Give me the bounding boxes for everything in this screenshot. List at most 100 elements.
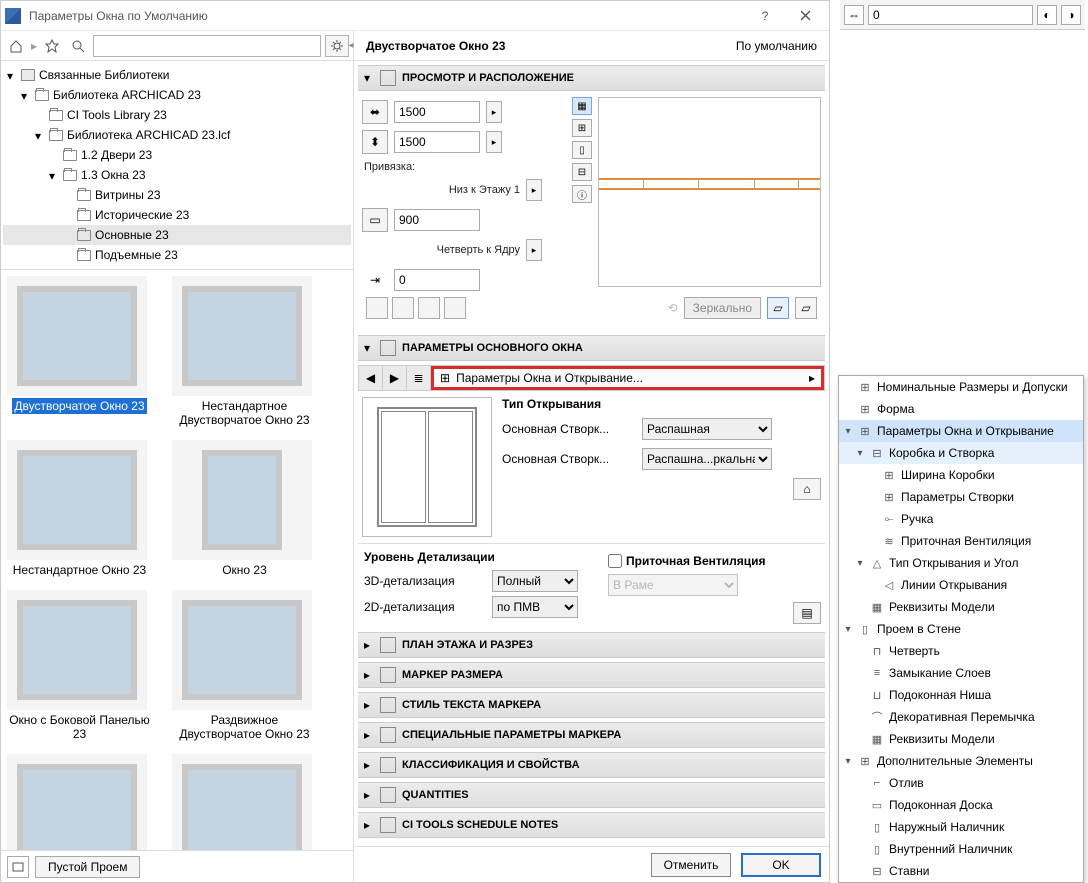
preview-mode-3[interactable]: ▯ — [572, 141, 592, 159]
popup-item[interactable]: ▭Подоконная Доска — [839, 794, 1083, 816]
ventilation-check[interactable]: Приточная Вентиляция — [608, 554, 821, 568]
section-main-header[interactable]: ▾ ПАРАМЕТРЫ ОСНОВНОГО ОКНА — [358, 335, 825, 361]
section-plan-header[interactable]: ▸ПЛАН ЭТАЖА И РАЗРЕЗ — [358, 632, 825, 658]
popup-item[interactable]: ≡Замыкание Слоев — [839, 662, 1083, 684]
preview-mode-5[interactable]: ⓘ — [572, 185, 592, 203]
popup-item[interactable]: ⟜Ручка — [839, 508, 1083, 530]
preview-mode-4[interactable]: ⊟ — [572, 163, 592, 181]
nav-next[interactable]: ▶ — [383, 366, 407, 390]
popup-item[interactable]: ▾⊟Коробка и Створка — [839, 442, 1083, 464]
tree-item[interactable]: 1.2 Двери 23 — [3, 145, 351, 165]
reveal-more[interactable]: ▸ — [526, 239, 542, 261]
opening-extra-button[interactable]: ⌂ — [793, 478, 821, 500]
ventilation-checkbox[interactable] — [608, 554, 622, 568]
detail-2d-select[interactable]: по ПМВ — [492, 596, 578, 618]
thumb-item[interactable]: Двустворчатое Окно 23 — [7, 276, 152, 428]
popup-item[interactable]: ⊞Номинальные Размеры и Допуски — [839, 376, 1083, 398]
collapse-handle[interactable]: ◂ — [347, 37, 355, 53]
tree-item[interactable]: CI Tools Library 23 — [3, 105, 351, 125]
popup-item[interactable]: ⌐Отлив — [839, 772, 1083, 794]
tree-item[interactable]: Подъемные 23 — [3, 245, 351, 265]
section-textstyle-header[interactable]: ▸СТИЛЬ ТЕКСТА МАРКЕРА — [358, 692, 825, 718]
popup-item[interactable]: ▦Реквизиты Модели — [839, 596, 1083, 618]
home-button[interactable] — [5, 35, 27, 57]
section-class-header[interactable]: ▸КЛАССИФИКАЦИЯ И СВОЙСТВА — [358, 752, 825, 778]
popup-item[interactable]: ⊞Параметры Створки — [839, 486, 1083, 508]
popup-item[interactable]: ▯Наружный Наличник — [839, 816, 1083, 838]
section-quantities-header[interactable]: ▸QUANTITIES — [358, 782, 825, 808]
tree-item[interactable]: Исторические 23 — [3, 205, 351, 225]
preview-mode-1[interactable]: ▦ — [572, 97, 592, 115]
tree-item[interactable]: ▾1.3 Окна 23 — [3, 165, 351, 185]
thumb-item[interactable] — [172, 754, 317, 850]
tree-root[interactable]: ▾Связанные Библиотеки — [3, 65, 351, 85]
height-more[interactable]: ▸ — [486, 131, 502, 153]
thumb-item[interactable]: Раздвижное Двустворчатое Окно 23 — [172, 590, 317, 742]
tree-item-selected[interactable]: Основные 23 — [3, 225, 351, 245]
section-preview-header[interactable]: ▾ ПРОСМОТР И РАСПОЛОЖЕНИЕ — [358, 65, 825, 91]
empty-opening-button[interactable]: Пустой Проем — [35, 856, 140, 878]
search-input[interactable] — [93, 35, 321, 57]
anchor-btn-4[interactable] — [444, 297, 466, 319]
tree-item[interactable]: Витрины 23 — [3, 185, 351, 205]
close-button[interactable] — [785, 2, 825, 30]
height-input[interactable] — [394, 131, 480, 153]
popup-item[interactable]: ▯Внутренний Наличник — [839, 838, 1083, 860]
popup-item[interactable]: ⊞Ширина Коробки — [839, 464, 1083, 486]
popup-item[interactable]: ◁Линии Открывания — [839, 574, 1083, 596]
orient-btn-1[interactable]: ▱ — [767, 297, 789, 319]
mirror-button[interactable]: Зеркально — [684, 297, 761, 319]
popup-item[interactable]: ≋Приточная Вентиляция — [839, 530, 1083, 552]
favorite-button[interactable] — [41, 35, 63, 57]
popup-item[interactable]: ⊔Подоконная Ниша — [839, 684, 1083, 706]
section-marker-header[interactable]: ▸МАРКЕР РАЗМЕРА — [358, 662, 825, 688]
detail-3d-select[interactable]: Полный — [492, 570, 578, 592]
popup-item[interactable]: ▾△Тип Открывания и Угол — [839, 552, 1083, 574]
sill-input[interactable] — [394, 209, 480, 231]
anchor-btn-3[interactable] — [418, 297, 440, 319]
thumb-item[interactable] — [7, 754, 152, 850]
tree-item[interactable]: ▾Библиотека ARCHICAD 23.lcf — [3, 125, 351, 145]
thumb-item[interactable]: Окно 23 — [172, 440, 317, 578]
sill-story-more[interactable]: ▸ — [526, 179, 542, 201]
nav-list[interactable]: ≣ — [407, 366, 431, 390]
section-ci-header[interactable]: ▸CI TOOLS SCHEDULE NOTES — [358, 812, 825, 838]
tree-item[interactable]: ▾Библиотека ARCHICAD 23 — [3, 85, 351, 105]
popup-item[interactable]: ⌒Декоративная Перемычка — [839, 706, 1083, 728]
popup-item[interactable]: ⊟Ставни — [839, 860, 1083, 882]
thumb-item[interactable]: Окно с Боковой Панелью 23 — [7, 590, 152, 742]
vent-extra-button[interactable]: ▤ — [793, 602, 821, 624]
popup-item[interactable]: ▾▯Проем в Стене — [839, 618, 1083, 640]
popup-item-selected[interactable]: ▾⊞Параметры Окна и Открывание — [839, 420, 1083, 442]
thumb-item[interactable]: Нестандартное Окно 23 — [7, 440, 152, 578]
sash2-select[interactable]: Распашна...ркальная — [642, 448, 772, 470]
dialog-footer: Отменить OK — [354, 846, 829, 882]
param-page-popup[interactable]: ⊞Номинальные Размеры и Допуски ⊞Форма ▾⊞… — [838, 375, 1084, 883]
popup-item[interactable]: ▦Реквизиты Модели — [839, 728, 1083, 750]
width-input[interactable] — [394, 101, 480, 123]
ok-button[interactable]: OK — [741, 853, 821, 877]
anchor-btn-1[interactable] — [366, 297, 388, 319]
section-special-header[interactable]: ▸СПЕЦИАЛЬНЫЕ ПАРАМЕТРЫ МАРКЕРА — [358, 722, 825, 748]
empty-opening-icon[interactable] — [7, 856, 29, 878]
thumb-item[interactable]: Нестандартное Двустворчатое Окно 23 — [172, 276, 317, 428]
popup-item[interactable]: ⊞Форма — [839, 398, 1083, 420]
width-more[interactable]: ▸ — [486, 101, 502, 123]
popup-item[interactable]: ⊓Четверть — [839, 640, 1083, 662]
preview-mode-2[interactable]: ⊞ — [572, 119, 592, 137]
nav-prev[interactable]: ◀ — [359, 366, 383, 390]
param-page-button[interactable]: ⊞ Параметры Окна и Открывание... ▸ — [431, 366, 824, 390]
popup-item[interactable]: ▾⊞Дополнительные Элементы — [839, 750, 1083, 772]
orient-btn-2[interactable]: ▱ — [795, 297, 817, 319]
help-button[interactable]: ? — [745, 2, 785, 30]
sash1-select[interactable]: Распашная — [642, 418, 772, 440]
settings-button[interactable] — [325, 35, 349, 57]
bg-value-input[interactable] — [868, 5, 1033, 25]
section-title: МАРКЕР РАЗМЕРА — [402, 669, 503, 681]
anchor-btn-2[interactable] — [392, 297, 414, 319]
library-tree[interactable]: ▾Связанные Библиотеки ▾Библиотека ARCHIC… — [1, 61, 353, 270]
search-button[interactable] — [67, 35, 89, 57]
settings-scroll[interactable]: ▾ ПРОСМОТР И РАСПОЛОЖЕНИЕ ⬌ ▸ — [354, 61, 829, 846]
reveal-input[interactable] — [394, 269, 480, 291]
cancel-button[interactable]: Отменить — [651, 853, 731, 877]
